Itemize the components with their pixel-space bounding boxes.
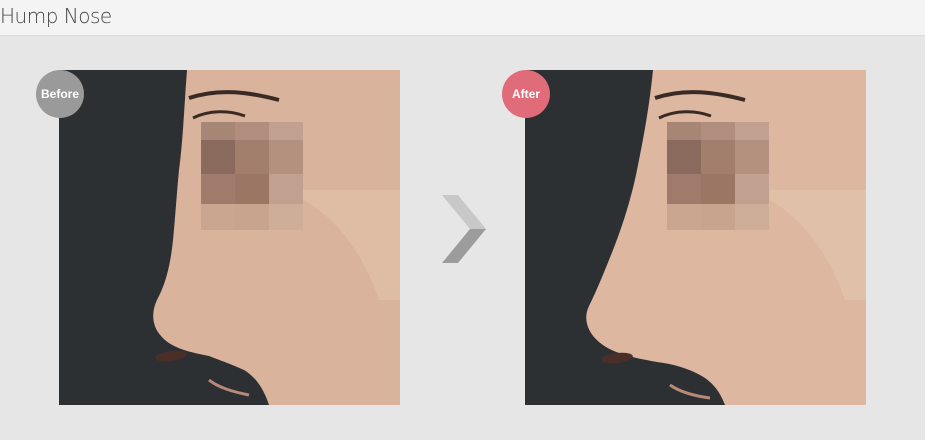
after-badge: After (502, 70, 550, 118)
page-title: Hump Nose (0, 4, 112, 28)
before-photo (59, 70, 400, 405)
chevron-right-icon (442, 195, 486, 263)
header-bar: Hump Nose (0, 0, 925, 36)
before-badge: Before (36, 70, 84, 118)
after-photo (525, 70, 866, 405)
